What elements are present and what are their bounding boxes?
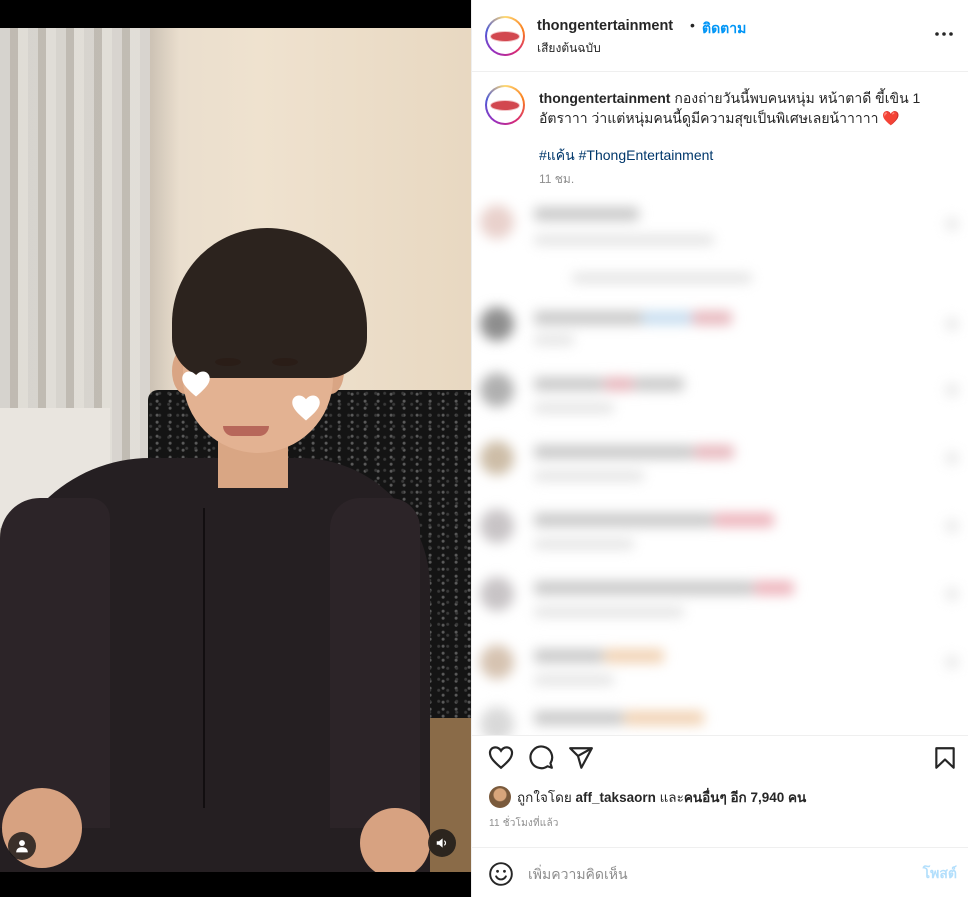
add-comment-bar: โพสต์: [472, 847, 968, 897]
paper-plane-icon: [569, 747, 593, 769]
person-eye-left: [215, 358, 241, 366]
person-arm-left: [0, 498, 110, 828]
caption-timestamp: 11 ชม.: [539, 172, 575, 186]
likes-middle: และ: [659, 790, 684, 805]
brand-logo: [491, 31, 519, 41]
video-frame[interactable]: [0, 28, 471, 872]
person-icon: [16, 840, 28, 853]
username-link[interactable]: thongentertainment: [537, 18, 673, 34]
post-caption: thongentertainment กองถ่ายวันนี้พบคนหนุ่…: [539, 88, 939, 128]
likes-summary: ถูกใจโดย aff_taksaorn และ คนอื่นๆ อีก 7,…: [489, 785, 806, 809]
liker-username[interactable]: aff_taksaorn: [576, 790, 656, 805]
hashtag-links[interactable]: #แค้น #ThongEntertainment: [539, 145, 713, 167]
person-eye-right: [272, 358, 298, 366]
post-timestamp[interactable]: 11 ชั่วโมงที่แล้ว: [489, 816, 559, 831]
action-bar: [472, 735, 968, 777]
follow-button[interactable]: ติดตาม: [702, 18, 746, 40]
person-mouth: [223, 426, 269, 436]
shirt-placket: [203, 508, 205, 808]
heart-sticker-icon: [182, 371, 210, 397]
share-button[interactable]: [568, 745, 594, 771]
heart-sticker-icon: [292, 395, 320, 421]
separator-dot: •: [690, 17, 695, 33]
liker-avatar[interactable]: [489, 786, 511, 808]
tagged-people-button[interactable]: [8, 832, 36, 860]
blurred-comments: [472, 195, 968, 735]
person-arm-right: [330, 498, 420, 828]
caption-username[interactable]: thongentertainment: [539, 90, 670, 106]
post-comment-button[interactable]: โพสต์: [923, 863, 957, 885]
heart-outline-icon: [488, 746, 514, 770]
post-media[interactable]: [0, 0, 471, 897]
comment-button[interactable]: [528, 745, 554, 771]
comment-input[interactable]: [528, 862, 898, 886]
comment-bubble-icon: [529, 745, 554, 770]
person-hand-right: [360, 808, 430, 872]
emoji-button[interactable]: [488, 861, 514, 887]
likes-others-link[interactable]: คนอื่นๆ อีก 7,940 คน: [684, 786, 806, 808]
more-options-button[interactable]: [934, 24, 954, 44]
avatar[interactable]: [485, 16, 525, 56]
audio-toggle-button[interactable]: [428, 829, 456, 857]
smiley-icon: [489, 862, 513, 886]
speaker-icon: [436, 838, 447, 848]
like-button[interactable]: [488, 745, 514, 771]
audio-label-link[interactable]: เสียงต้นฉบับ: [537, 39, 601, 58]
save-button[interactable]: [932, 745, 958, 771]
background-curtain: [0, 28, 150, 468]
person-hair: [172, 228, 367, 378]
post-header: thongentertainment • ติดตาม เสียงต้นฉบับ: [472, 0, 968, 72]
post-side-panel: thongentertainment • ติดตาม เสียงต้นฉบับ…: [471, 0, 968, 897]
caption-avatar[interactable]: [485, 85, 525, 125]
likes-prefix: ถูกใจโดย: [517, 790, 572, 805]
more-horizontal-icon: [935, 32, 953, 36]
brand-logo: [491, 100, 519, 110]
bookmark-icon: [935, 747, 955, 769]
